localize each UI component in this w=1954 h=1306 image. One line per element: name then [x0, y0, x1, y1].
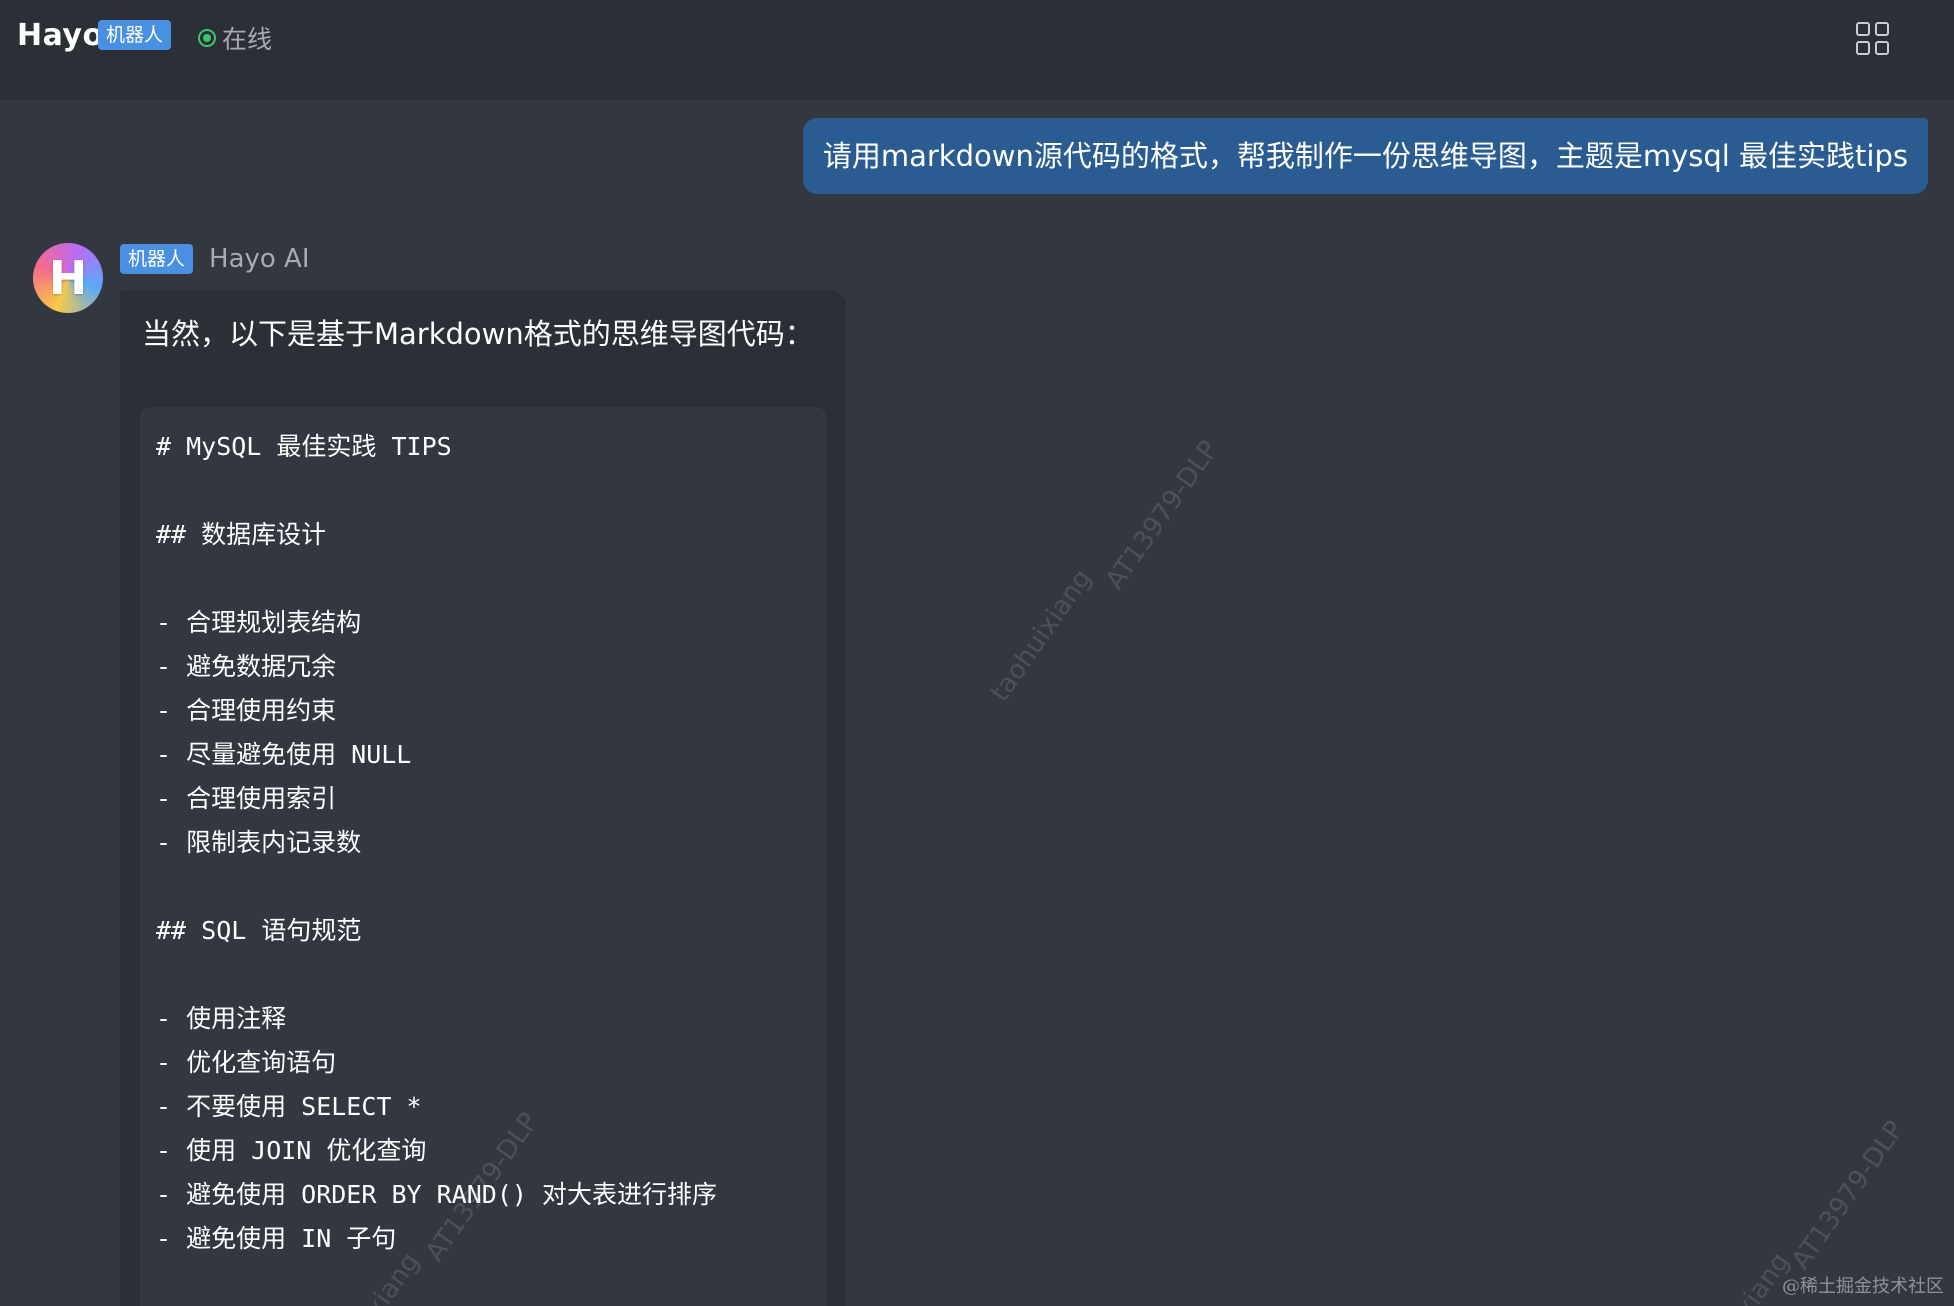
bot-name: Hayo AI — [209, 244, 310, 274]
grid-cell — [1856, 41, 1870, 55]
code-line: - 使用注释 — [156, 1004, 287, 1033]
chat-title: Hayo — [17, 18, 104, 53]
code-line: - 避免数据冗余 — [156, 652, 337, 681]
chat-window: Hayo 机器人 在线 请用markdown源代码的格式，帮我制作一份思维导图，… — [0, 0, 1954, 1306]
code-line: - 使用 JOIN 优化查询 — [156, 1136, 427, 1165]
code-line: ## SQL 语句规范 — [156, 916, 362, 945]
grid-cell — [1856, 22, 1870, 36]
bot-intro-text: 当然，以下是基于Markdown格式的思维导图代码： — [142, 317, 814, 351]
bot-tag: 机器人 — [98, 20, 172, 50]
bot-avatar[interactable]: H — [33, 243, 103, 313]
grid-cell — [1875, 22, 1889, 36]
grid-apps-icon[interactable] — [1856, 22, 1890, 56]
online-dot-icon — [198, 29, 216, 47]
code-line: - 不要使用 SELECT * — [156, 1092, 422, 1121]
code-lines: # MySQL 最佳实践 TIPS ## 数据库设计 - 合理规划表结构 - 避免数据… — [156, 425, 717, 1261]
message-list[interactable]: 请用markdown源代码的格式，帮我制作一份思维导图，主题是mysql 最佳实… — [0, 100, 1954, 1306]
code-line: # MySQL 最佳实践 TIPS — [156, 432, 452, 461]
bot-role-tag: 机器人 — [120, 244, 194, 274]
code-line: ## 数据库设计 — [156, 520, 327, 549]
code-line: - 合理使用约束 — [156, 696, 337, 725]
code-line: - 合理规划表结构 — [156, 608, 362, 637]
online-status: 在线 — [198, 20, 272, 56]
bot-meta: 机器人 Hayo AI — [120, 244, 310, 274]
bot-message-bubble: 当然，以下是基于Markdown格式的思维导图代码： # MySQL 最佳实践 … — [120, 290, 846, 1306]
avatar-letter: H — [48, 251, 88, 305]
footer-watermark: @稀土掘金技术社区 — [1782, 1276, 1944, 1297]
grid-cell — [1875, 41, 1889, 55]
status-label: 在线 — [222, 25, 273, 54]
code-line: - 避免使用 ORDER BY RAND() 对大表进行排序 — [156, 1180, 717, 1209]
code-line: - 尽量避免使用 NULL — [156, 740, 412, 769]
code-line: - 优化查询语句 — [156, 1048, 337, 1077]
code-line: - 合理使用索引 — [156, 784, 337, 813]
code-line: - 限制表内记录数 — [156, 828, 362, 857]
chat-header: Hayo 机器人 在线 — [0, 0, 1954, 100]
user-message-bubble: 请用markdown源代码的格式，帮我制作一份思维导图，主题是mysql 最佳实… — [802, 118, 1928, 194]
